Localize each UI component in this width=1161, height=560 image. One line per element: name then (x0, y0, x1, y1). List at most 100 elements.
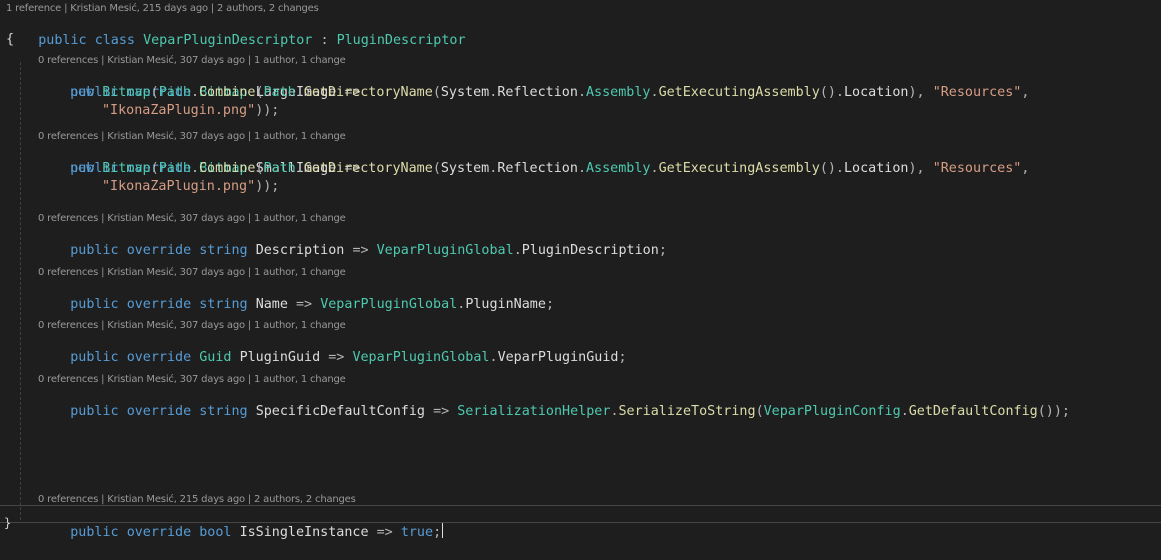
keyword: string (199, 297, 248, 312)
small-image-line-1[interactable]: public override Bitmap SmallImage => (38, 142, 360, 176)
member-name: VeparPluginGuid (497, 350, 619, 365)
namespace-name: System (440, 161, 490, 176)
keyword: string (199, 243, 248, 258)
keyword: override (126, 243, 192, 258)
punctuation: ()); (1037, 404, 1070, 419)
member-name: PluginName (465, 297, 546, 312)
punctuation: . (513, 243, 522, 258)
method-name: GetDefaultConfig (908, 404, 1038, 419)
punctuation: ; (618, 350, 627, 365)
string-literal: "Resources" (932, 85, 1022, 100)
keyword: public (70, 350, 119, 365)
property-name: IsSingleInstance (239, 525, 369, 540)
punctuation: . (295, 161, 304, 176)
punctuation: (). (819, 85, 844, 100)
keyword: public (70, 404, 119, 419)
type-name: Assembly (586, 161, 651, 176)
keyword: override (126, 525, 192, 540)
method-name: Combine (199, 161, 256, 176)
property-name: PluginGuid (239, 350, 321, 365)
keyword: new (70, 161, 95, 176)
property-name: Description (255, 243, 345, 258)
punctuation: , (1021, 85, 1030, 100)
punctuation: ( (150, 85, 159, 100)
keyword: class (94, 33, 135, 48)
text-caret (442, 523, 444, 538)
base-class-name: PluginDescriptor (336, 33, 466, 48)
operator: => (296, 297, 313, 312)
string-literal: "IkonaZaPlugin.png" (102, 179, 256, 194)
keyword: public (70, 243, 119, 258)
namespace-name: Reflection (497, 85, 578, 100)
punctuation: ( (255, 85, 264, 100)
method-name: SerializeToString (618, 404, 756, 419)
punctuation: ( (255, 161, 264, 176)
operator: => (376, 525, 393, 540)
description-line[interactable]: public override string Description => Ve… (38, 224, 667, 258)
method-name: GetExecutingAssembly (658, 85, 820, 100)
method-name: GetDirectoryName (303, 85, 433, 100)
punctuation: ; (545, 297, 554, 312)
type-name: Guid (199, 350, 232, 365)
type-name: VeparPluginGlobal (376, 243, 514, 258)
keyword: new (70, 85, 95, 100)
punctuation: . (650, 85, 659, 100)
punctuation: ( (432, 85, 441, 100)
large-image-line-3[interactable]: "IkonaZaPlugin.png")); (102, 102, 279, 120)
punctuation: (). (819, 161, 844, 176)
property-name: Name (255, 297, 288, 312)
method-name: GetExecutingAssembly (658, 161, 820, 176)
large-image-line-1[interactable]: public override Bitmap LargeImage => (38, 66, 360, 100)
is-single-instance-line[interactable]: public override bool IsSingleInstance =>… (38, 505, 444, 540)
keyword: bool (199, 525, 232, 540)
indent-guide (20, 62, 21, 520)
property-name: Location (844, 161, 909, 176)
namespace-name: Reflection (497, 161, 578, 176)
plugin-guid-line[interactable]: public override Guid PluginGuid => Vepar… (38, 331, 626, 365)
method-name: Combine (199, 85, 256, 100)
type-name: Assembly (586, 85, 651, 100)
string-literal: "Resources" (932, 161, 1022, 176)
punctuation: . (577, 85, 586, 100)
class-declaration-line[interactable]: public class VeparPluginDescriptor : Plu… (6, 14, 465, 48)
punctuation: ; (433, 525, 442, 540)
type-name: VeparPluginConfig (763, 404, 901, 419)
type-name: Path (263, 161, 296, 176)
type-name: Path (158, 85, 191, 100)
operator: => (433, 404, 450, 419)
type-name: Bitmap (102, 161, 151, 176)
property-name: Location (844, 85, 909, 100)
punctuation: ), (908, 85, 933, 100)
namespace-name: System (440, 85, 490, 100)
type-name: VeparPluginGlobal (352, 350, 490, 365)
specific-default-config-line[interactable]: public override string SpecificDefaultCo… (38, 385, 1070, 419)
type-name: Bitmap (102, 85, 151, 100)
large-image-line-2[interactable]: new Bitmap(Path.Combine(Path.GetDirector… (70, 84, 1029, 102)
keyword: public (38, 33, 87, 48)
close-brace-fragment: } (4, 516, 12, 530)
code-editor[interactable]: 1 reference | Kristian Mesić, 215 days a… (0, 0, 1161, 540)
name-line[interactable]: public override string Name => VeparPlug… (38, 278, 554, 312)
punctuation: . (489, 350, 498, 365)
type-name: VeparPluginGlobal (320, 297, 458, 312)
small-image-line-3[interactable]: "IkonaZaPlugin.png")); (102, 178, 279, 196)
punctuation: ( (150, 161, 159, 176)
property-name: SpecificDefaultConfig (255, 404, 425, 419)
punctuation: )); (255, 179, 280, 194)
keyword: public (70, 297, 119, 312)
punctuation: ; (658, 243, 667, 258)
punctuation: )); (255, 103, 280, 118)
small-image-line-2[interactable]: new Bitmap(Path.Combine(Path.GetDirector… (70, 160, 1029, 178)
type-name: SerializationHelper (457, 404, 611, 419)
keyword: override (126, 350, 192, 365)
type-name: Path (263, 85, 296, 100)
member-name: PluginDescription (521, 243, 659, 258)
open-brace: { (6, 32, 15, 47)
type-name: Path (158, 161, 191, 176)
punctuation: . (190, 85, 199, 100)
keyword: string (199, 404, 248, 419)
class-name: VeparPluginDescriptor (143, 33, 313, 48)
keyword: public (70, 525, 119, 540)
punctuation: ( (755, 404, 764, 419)
punctuation: . (577, 161, 586, 176)
